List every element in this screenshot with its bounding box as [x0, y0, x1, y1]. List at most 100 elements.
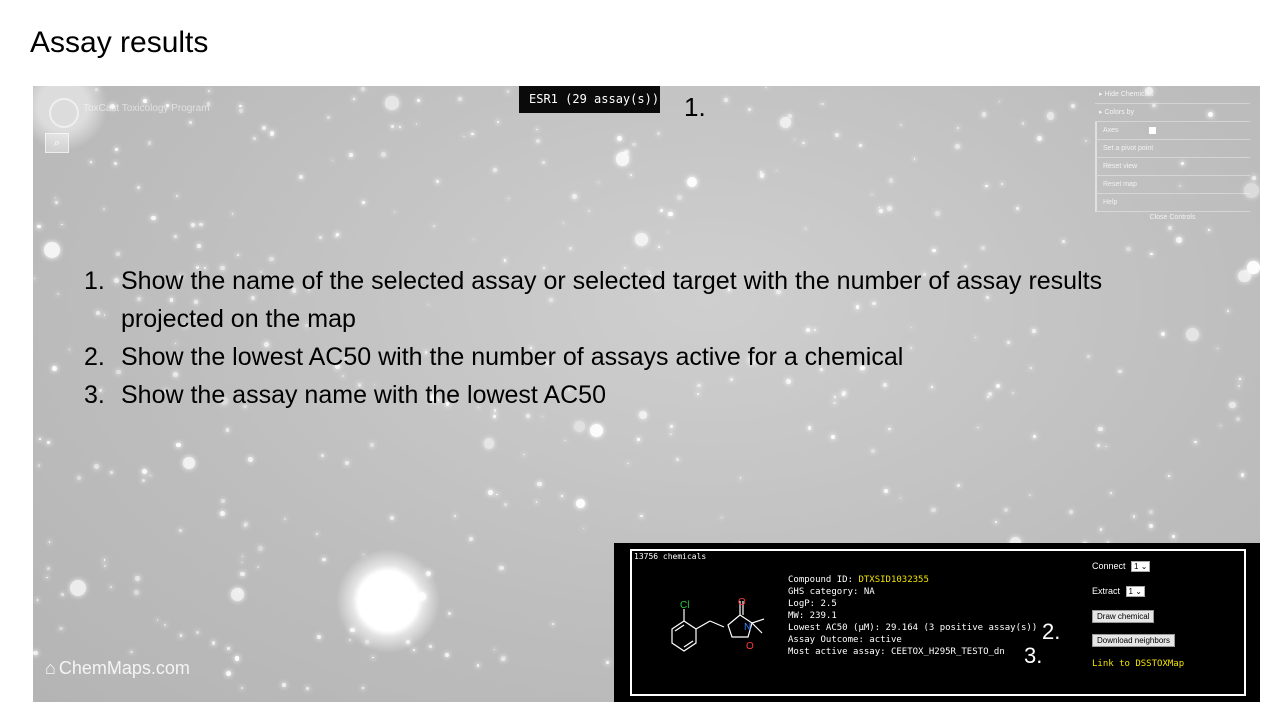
chemical-point	[536, 128, 539, 131]
ghs-category: GHS category: NA	[788, 587, 875, 597]
chemical-point	[48, 541, 51, 543]
chemical-point	[835, 132, 840, 137]
chemical-point	[196, 630, 200, 634]
chemical-point	[447, 612, 452, 616]
chemical-point	[1238, 385, 1241, 388]
chemical-point	[94, 464, 99, 469]
extract-label: Extract	[1092, 586, 1121, 596]
chemical-point	[1110, 492, 1113, 495]
control-axes[interactable]: Axes	[1095, 122, 1250, 140]
chemical-point	[606, 661, 609, 664]
most-active-assay: Most active assay: CEETOX_H295R_TESTO_dn	[788, 647, 1005, 657]
assay-outcome: Assay Outcome: active	[788, 635, 902, 645]
chemical-point	[372, 656, 374, 659]
chemical-point	[69, 349, 71, 351]
control-colors-by[interactable]: ▸ Colors by	[1095, 104, 1250, 122]
chemical-point	[632, 142, 637, 147]
chemical-point	[686, 176, 697, 187]
chemical-point	[352, 97, 356, 101]
chemical-point	[135, 575, 140, 581]
chemical-point	[1240, 473, 1244, 477]
chemical-point	[320, 453, 324, 457]
chemical-point	[176, 442, 181, 447]
chemical-point	[349, 627, 355, 633]
chemical-point	[1219, 424, 1222, 426]
chemical-point	[616, 136, 622, 142]
home-icon: ⌂	[45, 658, 56, 678]
chemical-point	[269, 131, 274, 136]
chemical-point	[888, 427, 891, 430]
chemical-point	[985, 184, 988, 188]
bullet-item: 1. Show the name of the selected assay or…	[84, 267, 1103, 333]
control-help[interactable]: Help	[1095, 194, 1250, 212]
chemical-point	[640, 514, 643, 518]
control-hide-chemicals[interactable]: ▸ Hide Chemicals	[1095, 86, 1250, 104]
chemical-point	[568, 247, 572, 250]
chemical-point	[240, 687, 243, 690]
chemical-point	[207, 90, 210, 93]
chemical-point	[417, 99, 421, 103]
chemical-point	[1004, 508, 1009, 513]
controls-panel: ▸ Hide Chemicals ▸ Colors by Axes Set a …	[1095, 86, 1250, 224]
molecular-weight: MW: 239.1	[788, 611, 837, 621]
chemical-point	[1238, 377, 1242, 380]
chemical-point	[436, 179, 440, 183]
chemical-point	[1126, 247, 1131, 252]
chemical-point	[239, 104, 242, 108]
chemical-point	[231, 213, 234, 215]
chemical-point	[361, 200, 365, 204]
close-controls-button[interactable]: Close Controls	[1095, 212, 1250, 224]
chemical-point	[499, 565, 504, 571]
dsstox-map-link[interactable]: Link to DSSTOXMap	[1092, 659, 1184, 669]
chemical-point	[496, 493, 498, 496]
chemical-point	[258, 546, 263, 551]
chemical-point	[720, 516, 722, 518]
chemical-point	[1098, 426, 1104, 432]
chemical-point	[385, 96, 399, 111]
chemical-point	[878, 208, 883, 213]
chemical-point	[623, 149, 629, 155]
chemical-point	[426, 570, 432, 576]
chemical-point	[147, 141, 152, 145]
chemical-point	[173, 234, 178, 239]
chemical-point	[39, 438, 41, 440]
control-reset-map[interactable]: Reset map	[1095, 176, 1250, 194]
chemical-point	[552, 623, 554, 626]
chemical-point	[1071, 103, 1076, 108]
search-icon[interactable]: ⌕	[45, 133, 69, 153]
chemical-point	[394, 568, 397, 571]
chemical-point	[759, 173, 765, 179]
chemical-point	[1105, 445, 1107, 447]
chemical-point	[522, 453, 525, 456]
chemical-point	[957, 483, 961, 487]
chemical-point	[362, 687, 364, 689]
chemical-point	[472, 238, 475, 241]
control-reset-view[interactable]: Reset view	[1095, 158, 1250, 176]
download-neighbors-button[interactable]: Download neighbors	[1092, 634, 1175, 647]
chemical-point	[393, 580, 397, 584]
chemical-point	[110, 586, 112, 588]
chemical-point	[415, 122, 418, 125]
chemical-point	[36, 599, 39, 602]
compound-details: Compound ID: DTXSID1032355 GHS category:…	[788, 574, 1037, 658]
chemical-point	[476, 664, 480, 667]
chemical-point	[886, 206, 892, 211]
connect-label: Connect	[1092, 561, 1126, 571]
axes-checkbox[interactable]	[1148, 126, 1156, 134]
chemical-point	[899, 497, 902, 499]
chemical-point	[457, 97, 462, 102]
chemical-point	[114, 148, 118, 152]
extract-select[interactable]: 1 ⌄	[1125, 586, 1145, 597]
chemical-point	[537, 481, 542, 486]
chemical-point	[884, 488, 889, 493]
chemical-point	[393, 211, 396, 213]
chemical-point	[1208, 229, 1211, 232]
chemical-point	[315, 532, 319, 536]
control-pivot-point[interactable]: Set a pivot point	[1095, 140, 1250, 158]
draw-chemical-button[interactable]: Draw chemical	[1092, 610, 1155, 623]
chemical-point	[1046, 111, 1055, 120]
connect-select[interactable]: 1 ⌄	[1131, 561, 1151, 572]
logo-circle-icon	[49, 98, 79, 128]
chemical-point	[77, 475, 82, 480]
chemical-point	[114, 162, 117, 166]
